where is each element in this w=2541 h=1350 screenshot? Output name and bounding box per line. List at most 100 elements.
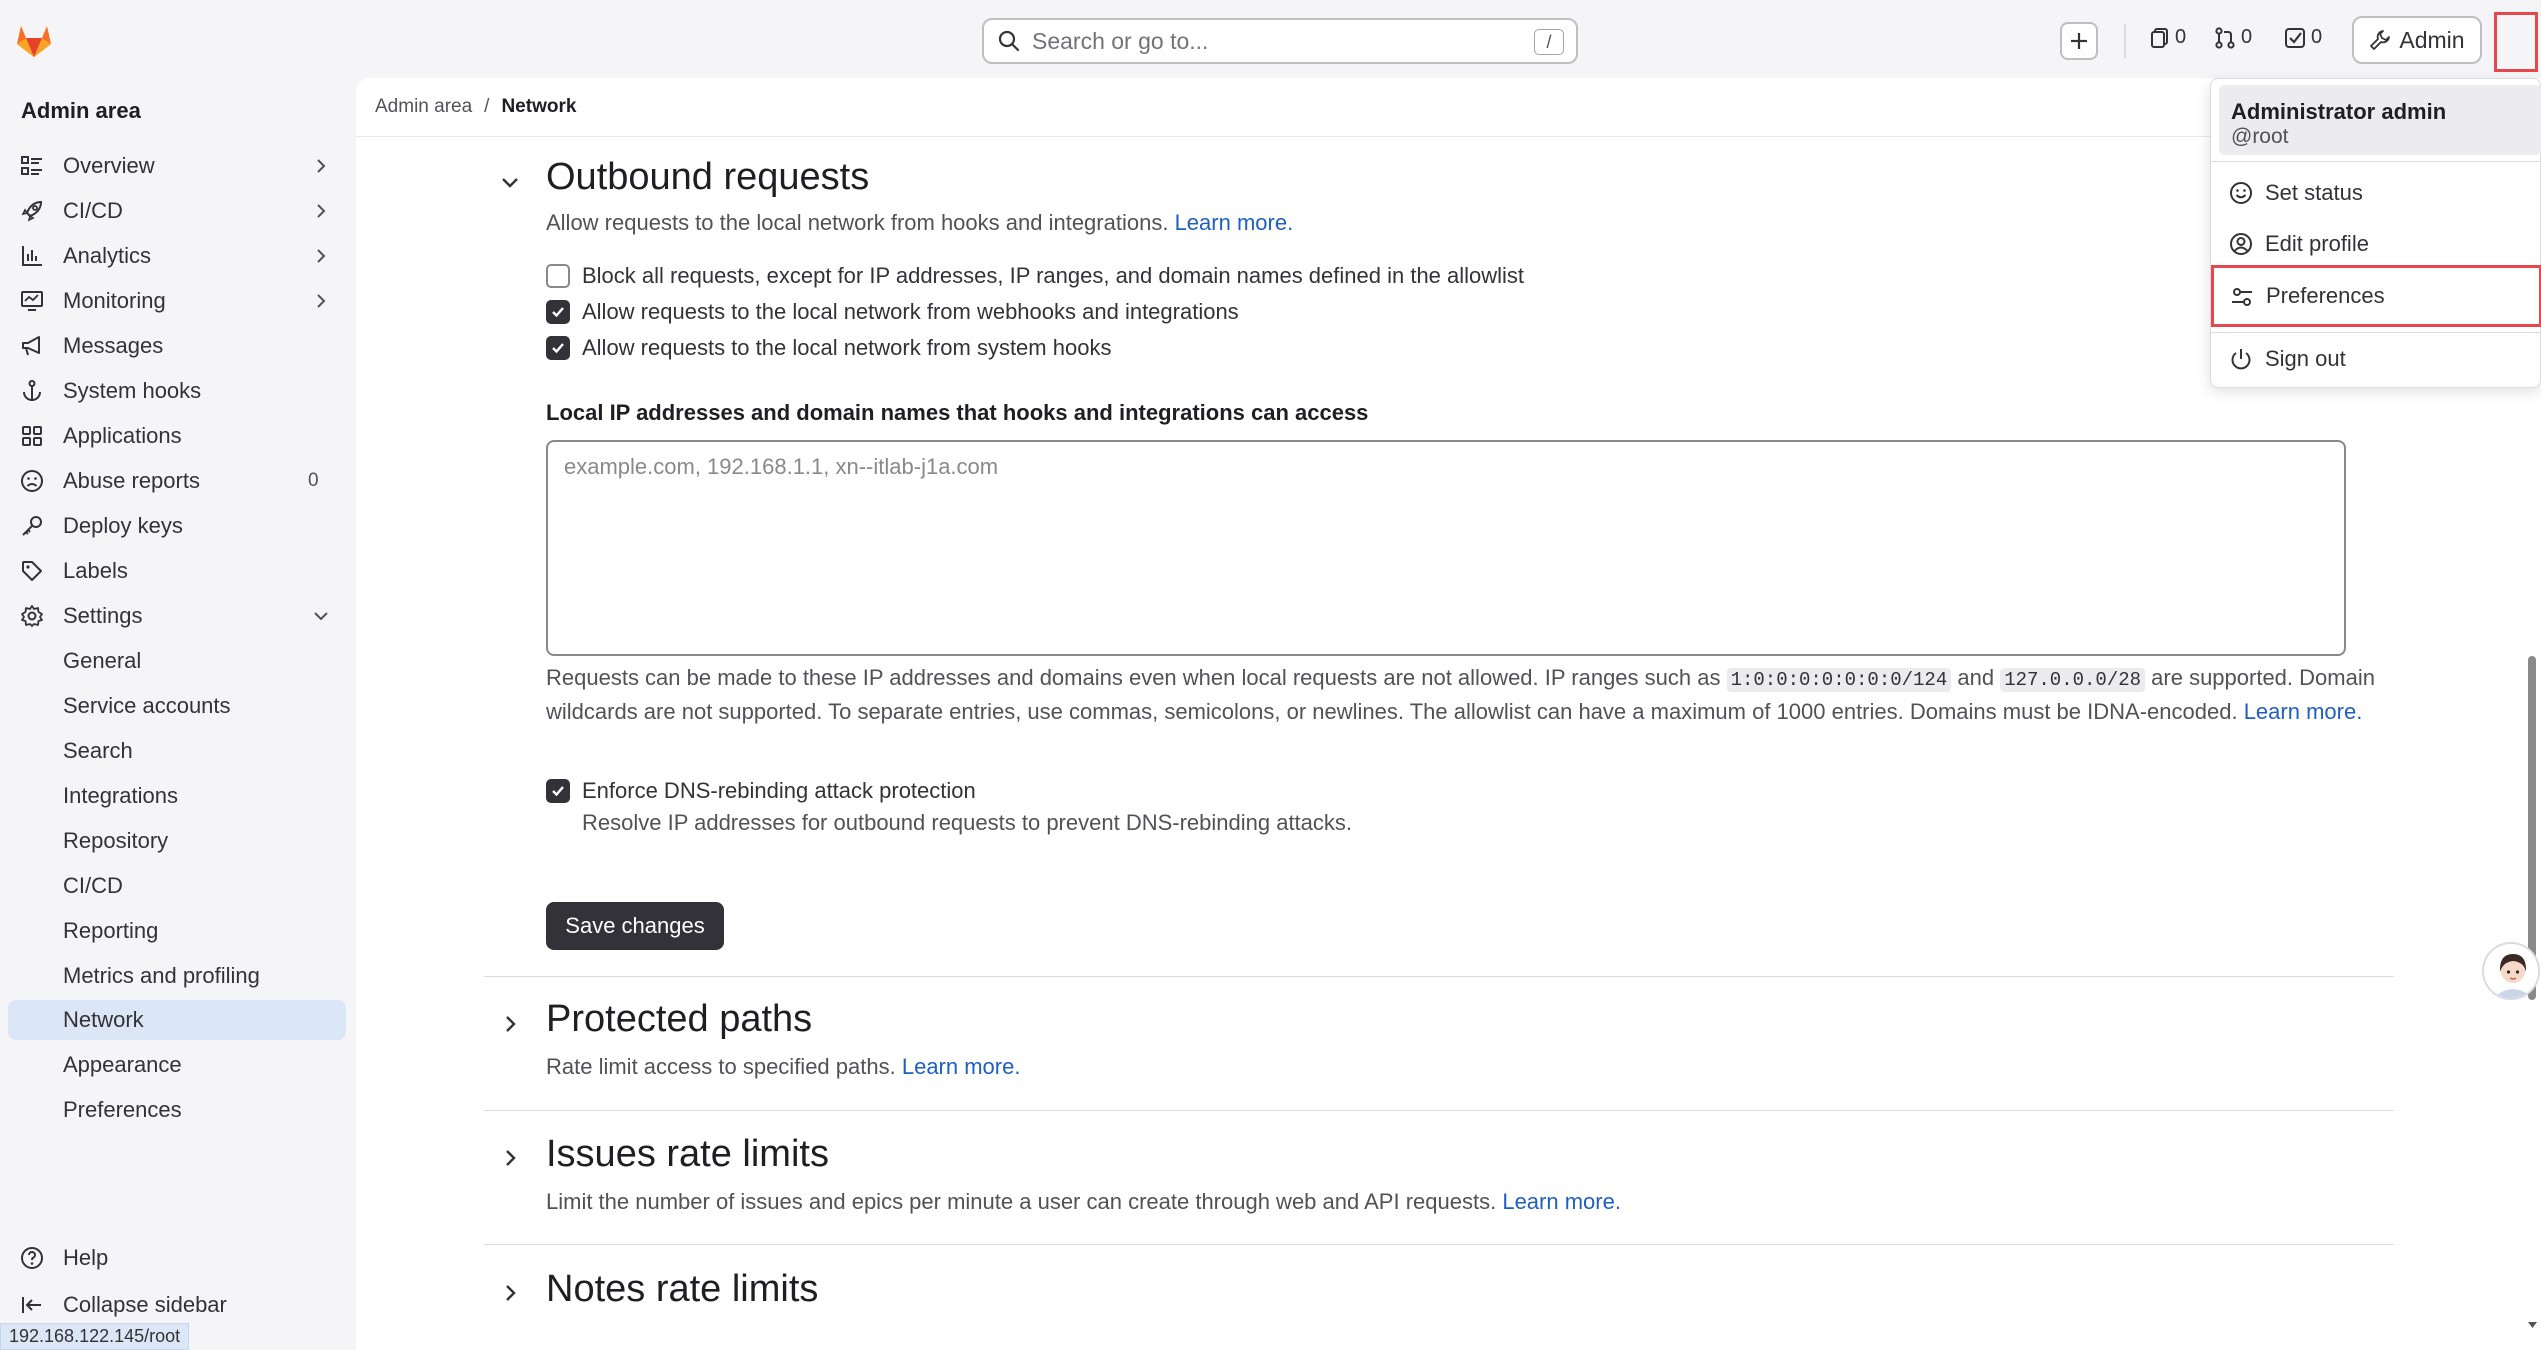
sidebar-item-analytics[interactable]: Analytics — [8, 236, 346, 276]
settings-sub-metrics-and-profiling[interactable]: Metrics and profiling — [8, 956, 346, 996]
sidebar-title: Admin area — [21, 98, 141, 123]
menu-item-set-status[interactable]: Set status — [2213, 169, 2540, 217]
allowlist-textarea[interactable] — [546, 440, 2346, 656]
issues-count: 0 — [2175, 26, 2187, 48]
outbound-collapse-chevron-down-icon[interactable] — [498, 170, 522, 194]
power-icon — [2229, 347, 2253, 371]
notes-rate-limits-expand-chevron-right-icon[interactable] — [498, 1281, 522, 1305]
breadcrumb: Admin area / Network — [375, 96, 576, 118]
sidebar-item-label: Applications — [63, 423, 182, 448]
sidebar-item-label: System hooks — [63, 378, 202, 403]
search-icon — [998, 30, 1020, 52]
merge-request-icon — [2214, 26, 2236, 49]
block-all-requests-checkbox[interactable] — [546, 264, 570, 288]
section-divider — [484, 1244, 2394, 1245]
admin-button[interactable]: Admin — [2352, 16, 2482, 64]
sidebar-item-abuse-reports[interactable]: Abuse reports 0 — [8, 461, 346, 501]
sidebar-subitem-label: CI/CD — [63, 873, 123, 898]
settings-sub-appearance[interactable]: Appearance — [8, 1045, 346, 1085]
sidebar-help[interactable]: Help — [8, 1238, 346, 1278]
sidebar-item-system-hooks[interactable]: System hooks — [8, 371, 346, 411]
breadcrumb-current[interactable]: Network — [501, 96, 576, 118]
settings-sub-general[interactable]: General — [8, 641, 346, 681]
sidebar-item-deploy-keys[interactable]: Deploy keys — [8, 506, 346, 546]
sidebar-item-messages[interactable]: Messages — [8, 326, 346, 366]
outbound-learn-more-link[interactable]: Learn more. — [1175, 210, 1294, 235]
create-new-button[interactable] — [2060, 22, 2098, 60]
gear-icon — [20, 604, 44, 628]
abuse-reports-count: 0 — [308, 470, 319, 491]
settings-sub-cicd[interactable]: CI/CD — [8, 866, 346, 906]
settings-sub-reporting[interactable]: Reporting — [8, 911, 346, 951]
sidebar-subitem-label: Repository — [63, 828, 169, 853]
issues-counter-button[interactable]: 0 — [2150, 26, 2186, 49]
protected-paths-learn-more-link[interactable]: Learn more. — [902, 1054, 1021, 1079]
todos-counter-button[interactable]: 0 — [2284, 26, 2322, 49]
settings-sub-search[interactable]: Search — [8, 731, 346, 771]
topbar-divider — [2124, 24, 2126, 58]
issues-rate-limits-title[interactable]: Issues rate limits — [546, 1133, 829, 1176]
outbound-section-desc: Allow requests to the local network from… — [546, 210, 1293, 236]
issues-rate-limits-expand-chevron-right-icon[interactable] — [498, 1146, 522, 1170]
protected-paths-title[interactable]: Protected paths — [546, 998, 812, 1041]
block-all-requests-checkbox-row[interactable]: Block all requests, except for IP addres… — [546, 263, 1524, 289]
dns-rebinding-desc: Resolve IP addresses for outbound reques… — [582, 810, 1353, 835]
sidebar-item-label: Overview — [63, 153, 155, 178]
assistant-avatar-icon[interactable] — [2482, 942, 2540, 1000]
wrench-icon — [2369, 29, 2391, 51]
issues-rate-limits-learn-more-link[interactable]: Learn more. — [1502, 1189, 1621, 1214]
search-box[interactable]: / — [982, 18, 1578, 64]
outbound-section-title: Outbound requests — [546, 156, 870, 198]
menu-item-label: Sign out — [2265, 346, 2346, 371]
key-icon — [20, 514, 44, 538]
user-avatar-button[interactable] — [2494, 12, 2538, 72]
anchor-icon — [20, 379, 44, 403]
sidebar-item-cicd[interactable]: CI/CD — [8, 191, 346, 231]
todos-count: 0 — [2311, 26, 2323, 48]
allow-webhooks-checkbox-row[interactable]: Allow requests to the local network from… — [546, 299, 1239, 325]
sidebar-item-settings[interactable]: Settings — [8, 596, 346, 636]
sidebar-item-applications[interactable]: Applications — [8, 416, 346, 456]
allowlist-label: Local IP addresses and domain names that… — [546, 400, 1369, 425]
settings-sub-integrations[interactable]: Integrations — [8, 776, 346, 816]
protected-paths-expand-chevron-right-icon[interactable] — [498, 1012, 522, 1036]
sidebar-collapse-button[interactable]: Collapse sidebar — [8, 1285, 346, 1325]
sidebar-subitem-label: Metrics and profiling — [63, 963, 260, 988]
allow-system-hooks-checkbox-row[interactable]: Allow requests to the local network from… — [546, 335, 1111, 361]
chart-icon — [20, 244, 44, 268]
user-menu-profile-header[interactable]: Administrator admin @root — [2219, 85, 2541, 155]
save-changes-button[interactable]: Save changes — [546, 902, 724, 950]
sidebar-item-label: Labels — [63, 558, 128, 583]
settings-sub-repository[interactable]: Repository — [8, 821, 346, 861]
settings-sub-preferences[interactable]: Preferences — [8, 1090, 346, 1130]
settings-sub-service-accounts[interactable]: Service accounts — [8, 686, 346, 726]
sidebar-item-overview[interactable]: Overview — [8, 146, 346, 186]
notes-rate-limits-title[interactable]: Notes rate limits — [546, 1268, 818, 1311]
dns-rebinding-checkbox-row[interactable]: Enforce DNS-rebinding attack protection — [546, 778, 976, 804]
merge-requests-counter-button[interactable]: 0 — [2214, 26, 2252, 49]
gitlab-logo-icon[interactable] — [14, 20, 54, 60]
menu-item-label: Preferences — [2266, 283, 2385, 308]
megaphone-icon — [20, 334, 44, 358]
sidebar-subitem-label: Preferences — [63, 1097, 182, 1122]
dns-rebinding-checkbox[interactable] — [546, 779, 570, 803]
menu-item-preferences[interactable]: Preferences — [2211, 265, 2541, 327]
allow-system-hooks-checkbox[interactable] — [546, 336, 570, 360]
allow-webhooks-checkbox[interactable] — [546, 300, 570, 324]
sidebar-item-monitoring[interactable]: Monitoring — [8, 281, 346, 321]
search-input[interactable] — [1032, 27, 1576, 55]
sidebar-item-label: Analytics — [63, 243, 152, 268]
sidebar-subitem-label: Search — [63, 738, 133, 763]
menu-item-sign-out[interactable]: Sign out — [2213, 335, 2540, 383]
help-circle-icon — [20, 1246, 44, 1270]
sidebar-item-labels[interactable]: Labels — [8, 551, 346, 591]
menu-item-edit-profile[interactable]: Edit profile — [2213, 220, 2540, 268]
merge-requests-count: 0 — [2241, 26, 2253, 48]
sidebar-subitem-label: Network — [63, 1007, 144, 1032]
allowlist-learn-more-link[interactable]: Learn more. — [2244, 699, 2363, 724]
settings-sub-network[interactable]: Network — [8, 1000, 346, 1040]
status-bar-url: 192.168.122.145/root — [0, 1323, 190, 1350]
sidebar: Admin area Overview CI/CD Analytics Moni… — [0, 78, 356, 1350]
user-handle: @root — [2231, 125, 2289, 148]
breadcrumb-admin-area[interactable]: Admin area — [375, 96, 472, 118]
